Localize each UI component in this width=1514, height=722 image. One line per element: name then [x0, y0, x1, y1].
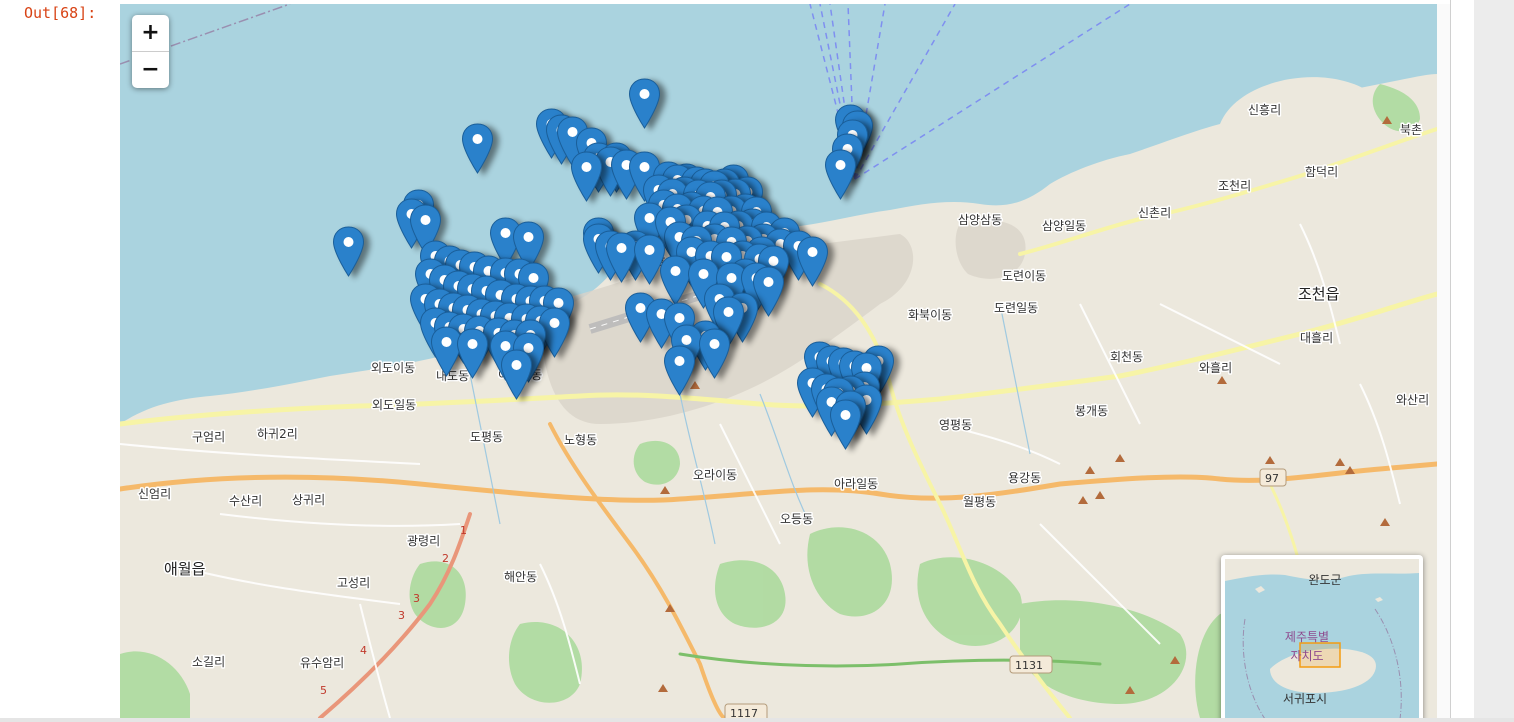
place-label: 아라일동 [834, 477, 878, 491]
map-marker[interactable] [698, 328, 731, 380]
place-label: 상귀리 [292, 493, 325, 507]
place-label: 함덕리 [1305, 165, 1338, 179]
road-shield-label: 1117 [730, 707, 758, 718]
cell-border [1450, 0, 1451, 722]
vertical-scrollbar[interactable] [1474, 0, 1514, 722]
town-label: 조천읍 [1298, 285, 1339, 303]
place-label: 와산리 [1396, 393, 1429, 407]
place-label: 삼양일동 [1042, 219, 1086, 233]
minimap-label: 서귀포시 [1283, 692, 1327, 706]
place-label: 용강동 [1008, 471, 1041, 485]
place-label: 봉개동 [1075, 404, 1108, 418]
map-marker[interactable] [824, 149, 857, 201]
map-marker[interactable] [663, 345, 696, 397]
place-label: 광령리 [407, 534, 440, 548]
place-label: 외도일동 [372, 398, 416, 412]
place-label: 도련이동 [1002, 269, 1046, 283]
place-label: 월평동 [963, 495, 996, 509]
zoom-control: + − [132, 15, 169, 88]
road-shield: 97 [1259, 468, 1287, 487]
map-view[interactable]: 1 2 3 3 4 5 신흥리북촌조천리 함덕리신촌리삼양삼동 삼양일동도련이동도련… [120, 4, 1437, 718]
road-shield-label: 1131 [1015, 659, 1043, 672]
road-km-label: 5 [320, 684, 327, 697]
output-prompt: Out[68]: [24, 4, 97, 22]
place-label: 외도이동 [371, 361, 415, 375]
map-marker[interactable] [461, 123, 494, 175]
map-marker[interactable] [500, 349, 533, 401]
place-label: 화북이동 [908, 308, 952, 322]
cell-gutter [1437, 4, 1450, 718]
road-km-label: 2 [442, 552, 449, 565]
road-km-label: 4 [360, 644, 367, 657]
minimap-label: 완도군 [1308, 573, 1341, 587]
place-label: 도련일동 [994, 301, 1038, 315]
place-label: 해안동 [504, 570, 537, 584]
place-label: 구엄리 [192, 430, 225, 444]
place-label: 신촌리 [1138, 206, 1171, 220]
minimap-label: 자치도 [1290, 649, 1323, 663]
place-label: 고성리 [337, 576, 370, 590]
place-label: 영평동 [939, 418, 972, 432]
minimap[interactable]: 완도군제주특별자치도서귀포시 [1221, 555, 1423, 718]
road-shield-label: 97 [1265, 472, 1279, 485]
road-shield: 1117 [724, 703, 768, 718]
map-marker[interactable] [332, 226, 365, 278]
place-label: 삼양삼동 [958, 213, 1002, 227]
horizontal-scrollbar[interactable] [0, 718, 1514, 722]
place-label: 도평동 [470, 430, 503, 444]
place-label: 노형동 [564, 433, 597, 447]
place-label: 소길리 [192, 655, 225, 669]
map-marker[interactable] [570, 151, 603, 203]
map-marker[interactable] [456, 328, 489, 380]
place-label: 신엄리 [138, 487, 171, 501]
zoom-in-button[interactable]: + [132, 15, 169, 51]
place-label: 와흘리 [1199, 361, 1232, 375]
place-label: 신흥리 [1248, 103, 1281, 117]
road-km-label: 3 [398, 609, 405, 622]
town-label: 애월읍 [164, 560, 205, 578]
place-label: 하귀2리 [257, 427, 298, 441]
place-label: 오등동 [780, 512, 813, 526]
place-label: 유수암리 [300, 656, 344, 670]
map-marker[interactable] [628, 78, 661, 130]
road-shield: 1131 [1009, 655, 1053, 674]
road-km-label: 1 [460, 524, 467, 537]
map-marker[interactable] [829, 399, 862, 451]
place-label: 오라이동 [693, 468, 737, 482]
place-label: 조천리 [1218, 178, 1251, 193]
place-label: 대흘리 [1300, 331, 1333, 345]
place-label: 회천동 [1110, 349, 1143, 364]
road-km-label: 3 [413, 592, 420, 605]
zoom-out-button[interactable]: − [132, 51, 169, 88]
place-label: 북촌 [1400, 123, 1422, 137]
map-marker[interactable] [796, 236, 829, 288]
minimap-label: 제주특별 [1285, 630, 1329, 644]
minimap-canvas: 완도군제주특별자치도서귀포시 [1225, 559, 1419, 718]
place-label: 수산리 [229, 494, 262, 508]
